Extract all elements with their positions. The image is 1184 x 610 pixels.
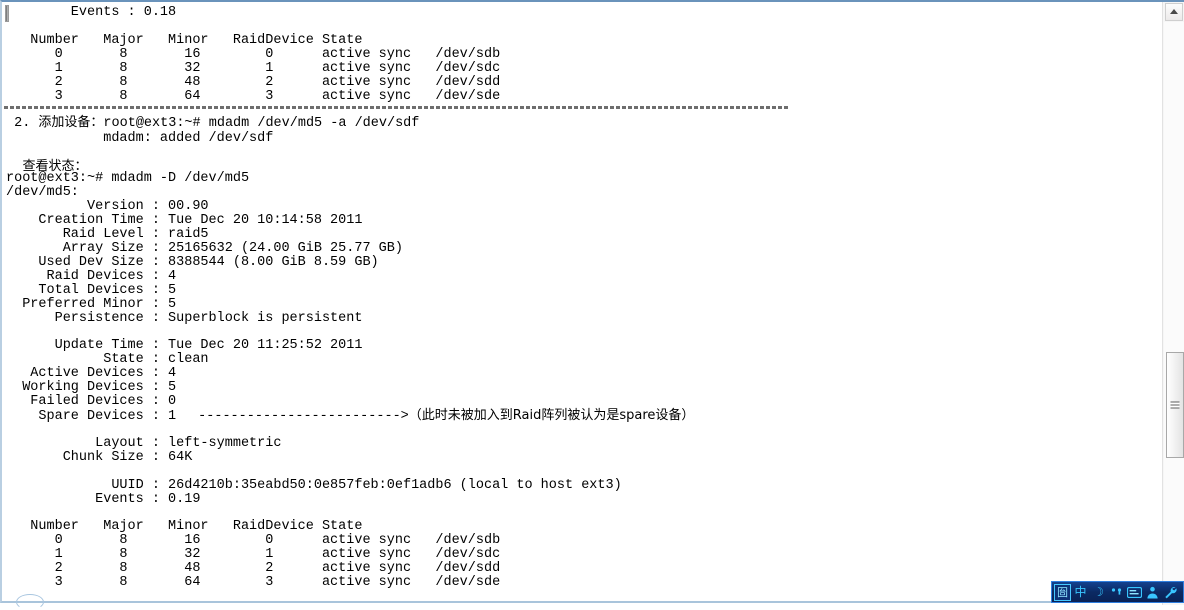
grip-icon (1170, 401, 1180, 409)
ime-soft-keyboard-icon[interactable] (1126, 583, 1143, 601)
step-line: 2. 添加设备：root@ext3:~# mdadm /dev/md5 -a /… (6, 116, 419, 131)
ime-punctuation-icon[interactable] (1108, 583, 1125, 601)
events-line-top: Events : 0.18 (6, 5, 177, 20)
scrollbar-track[interactable] (1164, 22, 1184, 582)
detail-row: Raid Devices : 4 (6, 269, 177, 284)
spare-annotation-arrow: -------------------------> (198, 409, 409, 424)
ime-user-dictionary-icon[interactable] (1144, 583, 1161, 601)
detail-row: Raid Level : raid5 (6, 227, 209, 242)
step-output: mdadm: added /dev/sdf (6, 131, 274, 146)
ime-logo-icon[interactable]: 囼 (1054, 583, 1071, 601)
device-table-header-top: Number Major Minor RaidDevice State (6, 33, 363, 48)
document-window: Events : 0.18 Number Major Minor RaidDev… (0, 0, 1184, 610)
page-edge-artifact (16, 594, 44, 610)
table-row: 2 8 48 2 active sync /dev/sdd (6, 75, 501, 90)
table-row: 0 8 16 0 active sync /dev/sdb (6, 47, 501, 62)
vertical-scrollbar[interactable] (1162, 2, 1184, 605)
step-title-cn: 添加设备： (38, 115, 104, 130)
detail-row: Version : 00.90 (6, 199, 209, 214)
detail-row: Creation Time : Tue Dec 20 10:14:58 2011 (6, 213, 363, 228)
ime-language-bar[interactable]: 囼 中 ☽ (1051, 581, 1184, 603)
detail-uuid: UUID : 26d4210b:35eabd50:0e857feb:0ef1ad… (6, 478, 622, 493)
detail-row: Active Devices : 4 (6, 366, 177, 381)
device-table-header-bottom: Number Major Minor RaidDevice State (6, 519, 363, 534)
step-number: 2. (6, 116, 39, 131)
table-row: 3 8 64 3 active sync /dev/sde (6, 89, 501, 104)
detail-row: Working Devices : 5 (6, 380, 177, 395)
detail-row: Chunk Size : 64K (6, 450, 193, 465)
table-row: 1 8 32 1 active sync /dev/sdc (6, 61, 501, 76)
detail-row: Failed Devices : 0 (6, 394, 177, 409)
detail-row: Used Dev Size : 8388544 (8.00 GiB 8.59 G… (6, 255, 379, 270)
detail-row: State : clean (6, 352, 209, 367)
table-row: 3 8 64 3 active sync /dev/sde (6, 575, 501, 590)
detail-row: Layout : left-symmetric (6, 436, 282, 451)
detail-row: Array Size : 25165632 (24.00 GiB 25.77 G… (6, 241, 403, 256)
section-divider (4, 106, 790, 109)
ime-mode-chinese-button[interactable]: 中 (1072, 583, 1089, 601)
chevron-up-icon (1170, 9, 1178, 14)
ime-halfwidth-moon-icon[interactable]: ☽ (1090, 583, 1107, 601)
table-row: 0 8 16 0 active sync /dev/sdb (6, 533, 501, 548)
ime-settings-wrench-icon[interactable] (1162, 583, 1179, 601)
detail-row: Preferred Minor : 5 (6, 297, 177, 312)
detail-row: Persistence : Superblock is persistent (6, 311, 363, 326)
scrollbar-thumb[interactable] (1166, 352, 1184, 458)
scroll-up-button[interactable] (1165, 3, 1183, 21)
table-row: 2 8 48 2 active sync /dev/sdd (6, 561, 501, 576)
table-row: 1 8 32 1 active sync /dev/sdc (6, 547, 501, 562)
detail-events: Events : 0.19 (6, 492, 201, 507)
document-page[interactable]: Events : 0.18 Number Major Minor RaidDev… (2, 2, 1160, 605)
spare-devices-value: Spare Devices : 1 (6, 409, 177, 424)
spare-devices-row: Spare Devices : 1 -----------------------… (6, 409, 694, 424)
detail-row: Total Devices : 5 (6, 283, 177, 298)
step-command: root@ext3:~# mdadm /dev/md5 -a /dev/sdf (103, 116, 420, 131)
status-command: root@ext3:~# mdadm -D /dev/md5 (6, 171, 250, 186)
spare-annotation-note-cn: （此时未被加入到Raid阵列被认为是spare设备） (408, 408, 695, 423)
detail-device: /dev/md5: (6, 185, 79, 200)
detail-row: Update Time : Tue Dec 20 11:25:52 2011 (6, 338, 363, 353)
